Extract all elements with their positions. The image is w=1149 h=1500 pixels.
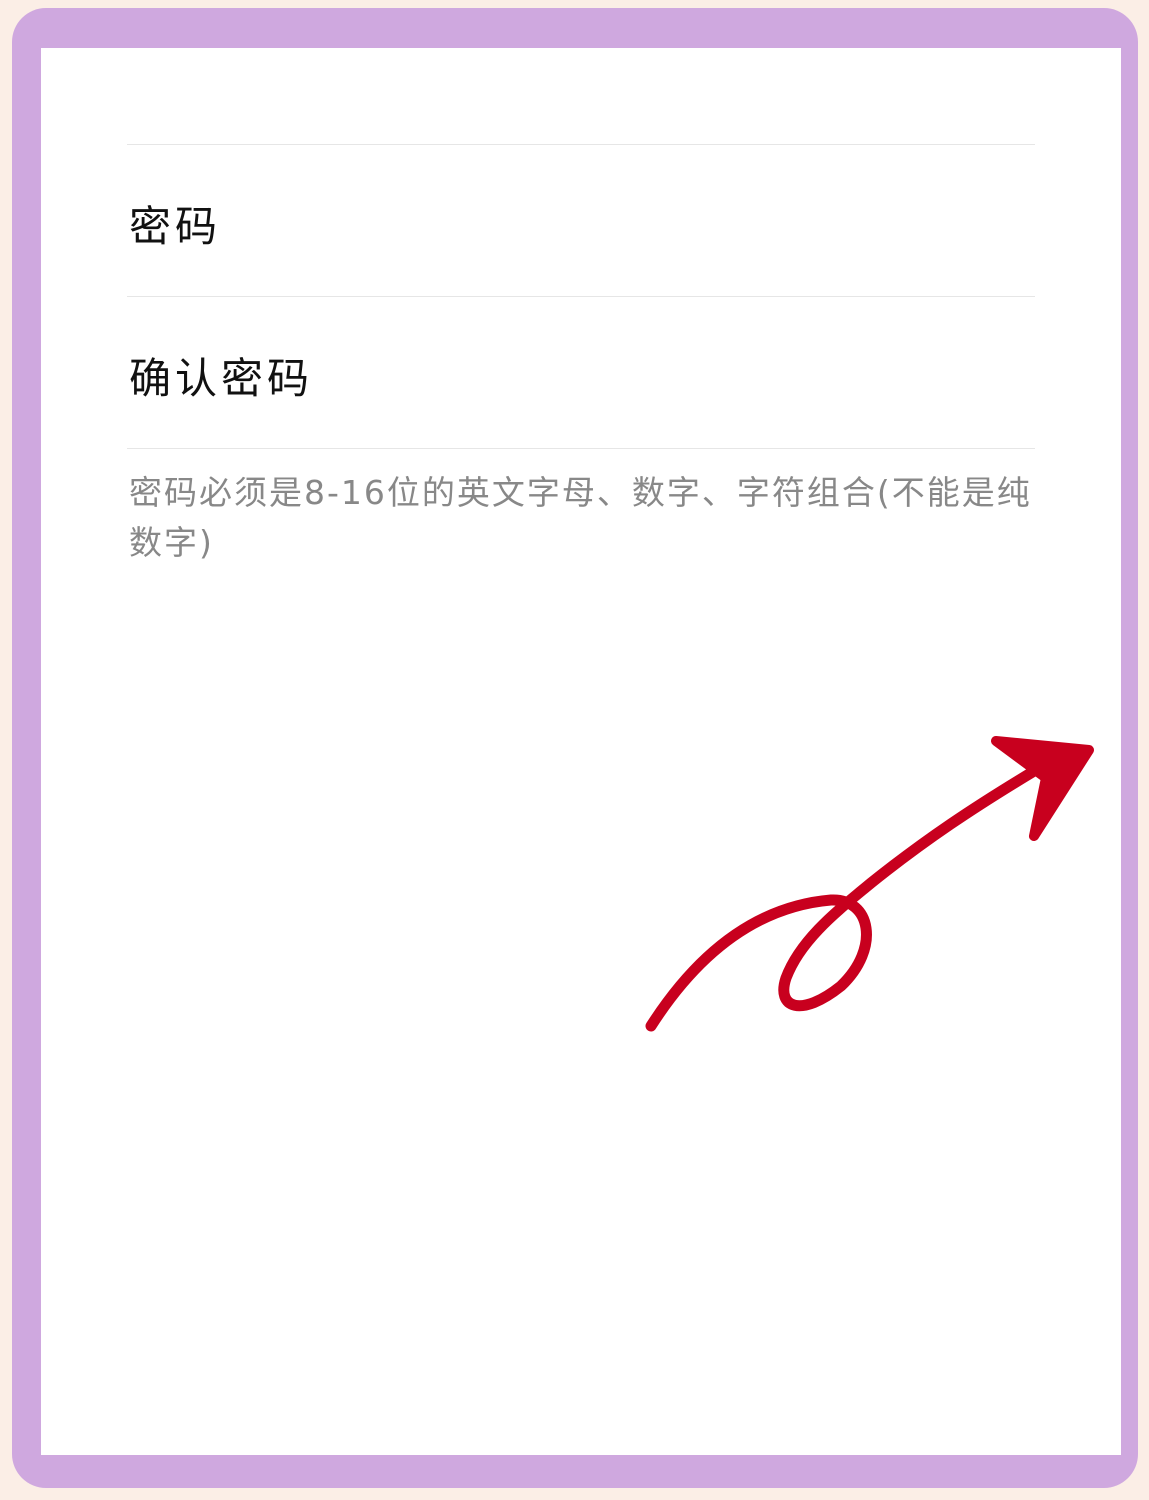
password-requirement-hint: 密码必须是8-16位的英文字母、数字、字符组合(不能是纯数字) [129,473,1032,562]
phone-screen: 密码 确认密码 密码必须是8-16位的英文字母、数字、字符组合(不能是纯数字) [41,48,1121,1455]
password-field[interactable]: 密码 [129,193,221,254]
confirm-password-field[interactable]: 确认密码 [129,345,313,406]
divider-confirm-password [127,448,1035,449]
divider-password [127,296,1035,297]
divider-top [127,144,1035,145]
red-arrow-annotation [645,736,1094,1032]
